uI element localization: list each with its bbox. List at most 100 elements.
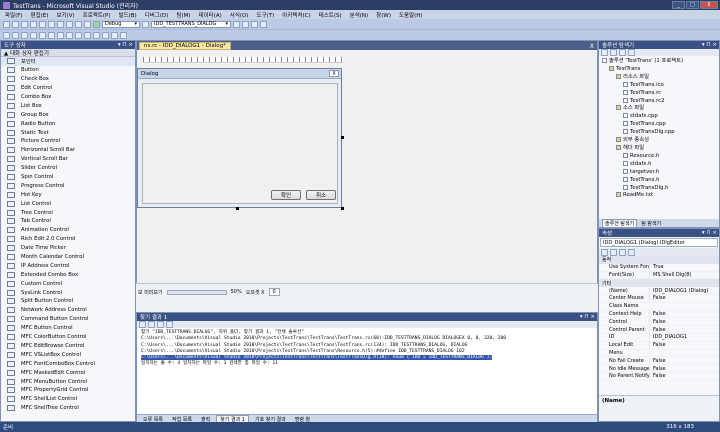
toolbox-item[interactable]: Static Text	[1, 128, 135, 137]
toolbox-item[interactable]: Spin Control	[1, 173, 135, 182]
property-value[interactable]: False	[649, 365, 719, 372]
property-row[interactable]: No Parent Notify False	[599, 373, 719, 381]
toolbox-item[interactable]: SysLink Control	[1, 288, 135, 297]
toolbox-item[interactable]: Slider Control	[1, 164, 135, 173]
toolbox-item[interactable]: Radio Button	[1, 119, 135, 128]
property-value[interactable]: False	[649, 310, 719, 317]
make-same-width-icon[interactable]	[84, 31, 91, 39]
property-row[interactable]: Menu	[599, 350, 719, 358]
close-button[interactable]: X	[700, 1, 718, 9]
toolbox-item[interactable]: Edit Control	[1, 84, 135, 93]
property-row[interactable]: Local Edit False	[599, 342, 719, 350]
previous-icon[interactable]	[148, 321, 155, 328]
find-combo[interactable]: IDD_TESTTRANS_DIALOG ▾	[151, 20, 231, 28]
toolbox-item[interactable]: MFC ShellList Control	[1, 395, 135, 404]
space-down-icon[interactable]	[75, 31, 82, 39]
toolbox-item[interactable]: List Control	[1, 199, 135, 208]
menu-item[interactable]: 프로젝트(P)	[81, 11, 113, 19]
property-category[interactable]: 기타	[599, 279, 719, 288]
toolbox-group-dialog-editor[interactable]: ▲ 대화 상자 편집기	[1, 49, 135, 57]
property-row[interactable]: Center Mouse False	[599, 295, 719, 303]
menu-item[interactable]: 아키텍처(C)	[280, 11, 312, 19]
resize-handle[interactable]	[341, 136, 344, 139]
platform-icon[interactable]	[142, 20, 149, 28]
property-category[interactable]: 동작	[599, 256, 719, 264]
toolbox-item[interactable]: Horizontal Scroll Bar	[1, 146, 135, 155]
property-row[interactable]: Control Parent False	[599, 326, 719, 334]
tree-node[interactable]: TestTrans.h	[602, 176, 716, 185]
tab-dialog-resource[interactable]: ns.rc - IDD_DIALOG1 - Dialog*	[139, 42, 231, 50]
menu-item[interactable]: 파일(F)	[3, 11, 25, 19]
preview-slider[interactable]	[166, 289, 227, 295]
resize-handle[interactable]	[341, 207, 344, 210]
properties-icon[interactable]	[601, 49, 608, 56]
align-bottom-icon[interactable]	[39, 31, 46, 39]
property-value[interactable]: IDD_DIALOG1 (Dialog)	[649, 287, 719, 294]
property-row[interactable]: Use System Font True	[599, 264, 719, 272]
tree-node[interactable]: targetver.h	[602, 168, 716, 177]
property-value[interactable]: IDD_DIALOG1	[649, 334, 719, 341]
property-row[interactable]: ID IDD_DIALOG1	[599, 334, 719, 342]
property-value[interactable]: MS Shell Dlg(8)	[649, 271, 719, 278]
toolbox-item[interactable]: MFC MenuButton Control	[1, 377, 135, 386]
solution-tab[interactable]: 팀 탐색기	[641, 220, 661, 227]
add-item-icon[interactable]	[12, 20, 19, 28]
toolbox-item[interactable]: Tab Control	[1, 217, 135, 226]
ok-button[interactable]: 확인	[271, 190, 301, 200]
menu-item[interactable]: 디버그(D)	[143, 11, 171, 19]
toolbox-item[interactable]: MFC VSListBox Control	[1, 350, 135, 359]
resize-handle[interactable]	[236, 207, 239, 210]
tree-node[interactable]: TestTrans.cpp	[602, 121, 716, 129]
toolbox-item[interactable]: 포인터	[1, 57, 135, 66]
property-row[interactable]: Class Name	[599, 303, 719, 311]
property-row[interactable]: Context Help False	[599, 310, 719, 319]
menu-item[interactable]: 도구(T)	[255, 11, 277, 19]
toolbox-item[interactable]: Split Button Control	[1, 297, 135, 306]
dialog-design-surface[interactable]: Dialog X 확인 취소	[137, 68, 342, 208]
make-same-size-icon[interactable]	[102, 31, 109, 39]
toolbox-item[interactable]: Button	[1, 66, 135, 75]
toggle-grid-icon[interactable]	[111, 31, 118, 39]
config-select[interactable]: Debug ▾	[102, 20, 140, 28]
categorized-icon[interactable]	[601, 248, 608, 256]
toolbox-item[interactable]: Rich Edit 2.0 Control	[1, 235, 135, 244]
toolbox-item[interactable]: Check Box	[1, 75, 135, 84]
toolbox-icon[interactable]	[260, 20, 267, 28]
property-value[interactable]: False	[649, 373, 719, 380]
property-value[interactable]: False	[649, 318, 719, 325]
save-all-icon[interactable]	[39, 20, 46, 28]
paste-icon[interactable]	[66, 20, 73, 28]
new-project-icon[interactable]	[3, 20, 10, 28]
redo-icon[interactable]	[84, 20, 91, 28]
property-row[interactable]: Font(Size) MS Shell Dlg(8)	[599, 271, 719, 280]
toolbox-item[interactable]: Command Button Control	[1, 315, 135, 324]
undo-icon[interactable]	[75, 20, 82, 28]
properties-icon[interactable]	[619, 248, 626, 256]
align-top-icon[interactable]	[30, 31, 37, 39]
menu-item[interactable]: 테스트(S)	[317, 11, 344, 19]
toolbox-item[interactable]: List Box	[1, 101, 135, 110]
events-icon[interactable]	[628, 248, 635, 256]
pin-icon[interactable]: ▾ ⊓ ×	[118, 42, 133, 48]
toolbox-item[interactable]: Vertical Scroll Bar	[1, 155, 135, 164]
result-line[interactable]: 일치하는 줄 수: 4 일치하는 파일 수: 3 검색한 총 파일 수: 11	[141, 361, 593, 367]
tree-node[interactable]: stdafx.h	[602, 160, 716, 169]
object-selector[interactable]: IDD_DIALOG1 (Dialog) IDlgEditor	[600, 238, 718, 247]
tree-node[interactable]: 헤더 파일	[602, 144, 716, 153]
menu-item[interactable]: 도움말(H)	[397, 11, 425, 19]
menu-item[interactable]: 창(W)	[374, 11, 393, 19]
property-row[interactable]: No Fail Create False	[599, 357, 719, 366]
toolbox-item[interactable]: Custom Control	[1, 279, 135, 288]
toolbox-item[interactable]: Tree Control	[1, 208, 135, 217]
toolbox-item[interactable]: Combo Box	[1, 93, 135, 102]
next-icon[interactable]	[157, 321, 164, 328]
toolbox-item[interactable]: IP Address Control	[1, 261, 135, 270]
class-diagram-icon[interactable]	[628, 49, 635, 56]
menu-item[interactable]: 편집(E)	[29, 11, 51, 19]
space-across-icon[interactable]	[66, 31, 73, 39]
toolbox-item[interactable]: Group Box	[1, 110, 135, 119]
property-value[interactable]: True	[649, 264, 719, 271]
toolbox-item[interactable]: MFC ShellTree Control	[1, 404, 135, 413]
solution-tab[interactable]: 솔루션 탐색기	[602, 218, 638, 228]
center-vertical-icon[interactable]	[48, 31, 55, 39]
